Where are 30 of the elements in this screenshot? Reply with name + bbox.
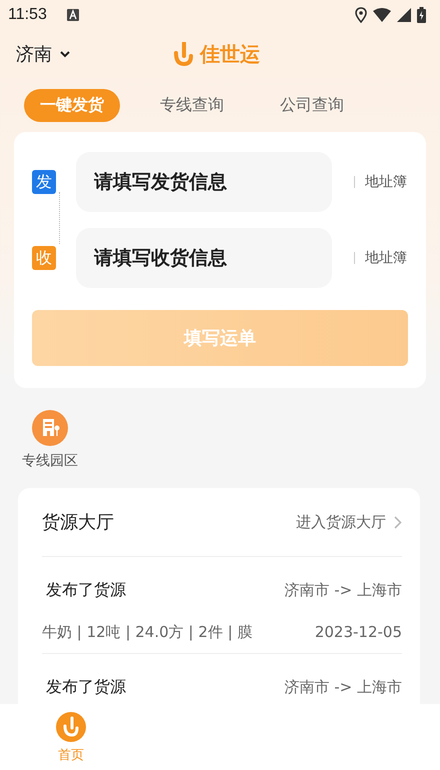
cargo-route: 济南市 -> 上海市 bbox=[284, 678, 402, 696]
cargo-title: 发布了货源 bbox=[45, 676, 126, 698]
status-time: 11:53 bbox=[8, 6, 47, 24]
home-icon bbox=[56, 712, 86, 742]
address-field[interactable]: 请填写发货信息 bbox=[76, 152, 332, 212]
location-icon bbox=[355, 7, 367, 23]
signal-icon bbox=[397, 8, 411, 22]
building-icon bbox=[32, 410, 68, 446]
chevron-down-icon bbox=[60, 50, 70, 58]
address-badge: 收 bbox=[32, 246, 56, 270]
section-title: 货源大厅 bbox=[42, 511, 114, 534]
address-badge: 发 bbox=[32, 170, 56, 194]
chevron-right-icon bbox=[394, 516, 402, 528]
shortcut-button[interactable]: 专线园区 bbox=[22, 410, 78, 470]
enter-hall-link[interactable]: 进入货源大厅 bbox=[296, 512, 402, 532]
app-name: 佳世运 bbox=[200, 40, 260, 68]
logo-icon bbox=[172, 42, 194, 66]
tab[interactable]: 公司查询 bbox=[264, 88, 360, 122]
cargo-date: 2023-12-05 bbox=[314, 623, 402, 641]
notification-icon bbox=[66, 9, 79, 21]
tab[interactable]: 专线查询 bbox=[144, 88, 240, 122]
address-book-link[interactable]: 地址簿 bbox=[365, 173, 407, 191]
address-book-link[interactable]: 地址簿 bbox=[365, 249, 407, 267]
wifi-icon bbox=[373, 8, 391, 22]
battery-icon bbox=[417, 7, 426, 23]
cargo-details: 牛奶 | 12吨 | 24.0方 | 2件 | 膜 bbox=[42, 622, 252, 642]
cargo-title: 发布了货源 bbox=[45, 580, 126, 600]
city-selector[interactable]: 济南 bbox=[16, 42, 70, 66]
address-field[interactable]: 请填写收货信息 bbox=[76, 228, 332, 288]
cargo-route: 济南市 -> 上海市 bbox=[284, 580, 402, 600]
